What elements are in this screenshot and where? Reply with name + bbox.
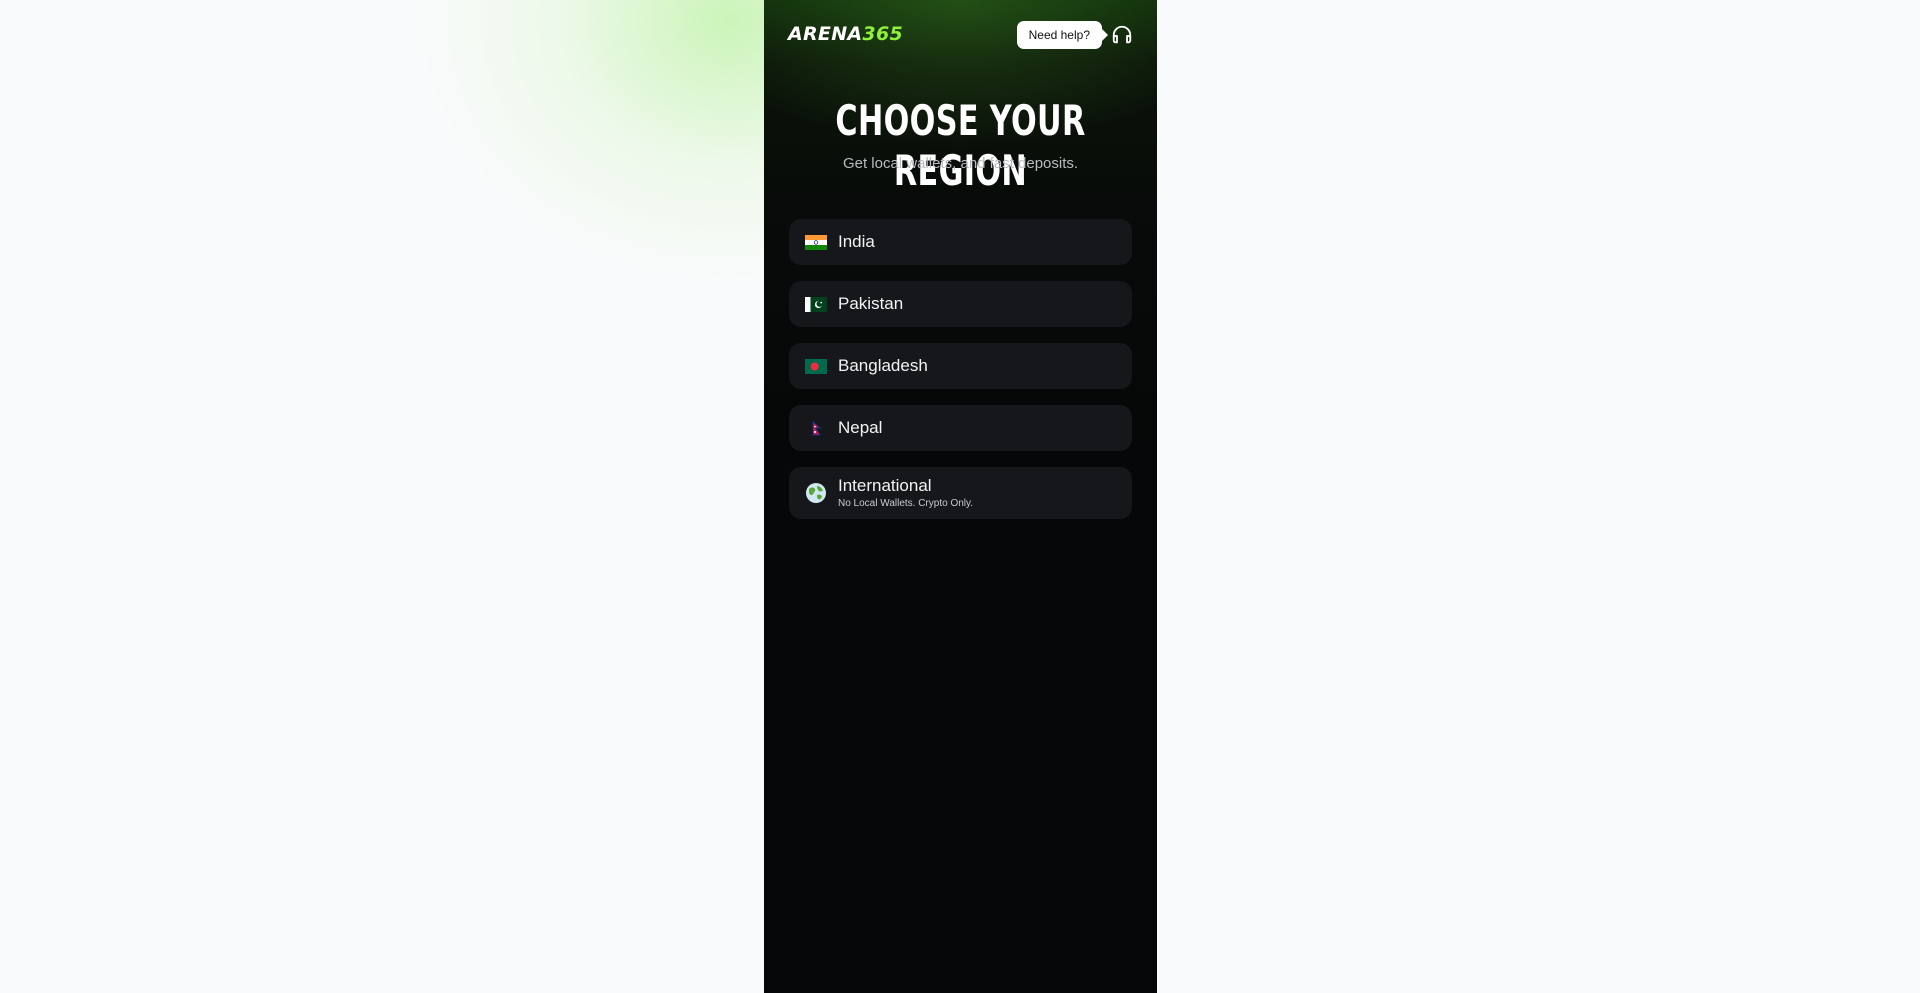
india-flag-icon bbox=[805, 234, 827, 250]
header: ARENA365 Need help? bbox=[764, 0, 1157, 70]
region-option-international[interactable]: International No Local Wallets. Crypto O… bbox=[789, 467, 1132, 519]
logo-main-text: ARENA bbox=[788, 23, 863, 45]
logo-accent-text: 365 bbox=[862, 23, 903, 45]
region-label: International bbox=[838, 476, 932, 495]
region-label: India bbox=[838, 232, 875, 251]
region-option-pakistan[interactable]: Pakistan bbox=[789, 281, 1132, 327]
region-option-bangladesh[interactable]: Bangladesh bbox=[789, 343, 1132, 389]
help-group[interactable]: Need help? bbox=[1016, 21, 1133, 49]
bangladesh-flag-icon bbox=[805, 358, 827, 374]
region-sublabel: No Local Wallets. Crypto Only. bbox=[838, 498, 974, 509]
region-label: Pakistan bbox=[838, 294, 904, 313]
region-label: Nepal bbox=[838, 418, 883, 437]
need-help-button[interactable]: Need help? bbox=[1016, 21, 1109, 49]
page-title: CHOOSE YOUR REGION bbox=[764, 96, 1157, 196]
pakistan-flag-icon bbox=[805, 296, 827, 312]
region-label: Bangladesh bbox=[838, 356, 928, 375]
region-list: India Pakistan Bangladesh Nepal Internat… bbox=[789, 219, 1132, 535]
page-title-text: CHOOSE YOUR REGION bbox=[835, 96, 1086, 195]
nepal-flag-icon bbox=[812, 420, 822, 435]
globe-icon bbox=[806, 483, 826, 503]
region-option-india[interactable]: India bbox=[789, 219, 1132, 265]
page-subtitle: Get local wallets, and fast deposits. bbox=[842, 155, 1079, 172]
mobile-frame: ARENA365 Need help? CHOOSE YOUR REGION G… bbox=[764, 0, 1157, 993]
brand-logo[interactable]: ARENA365 bbox=[788, 22, 903, 46]
region-option-nepal[interactable]: Nepal bbox=[789, 405, 1132, 451]
headset-icon[interactable] bbox=[1111, 24, 1133, 46]
